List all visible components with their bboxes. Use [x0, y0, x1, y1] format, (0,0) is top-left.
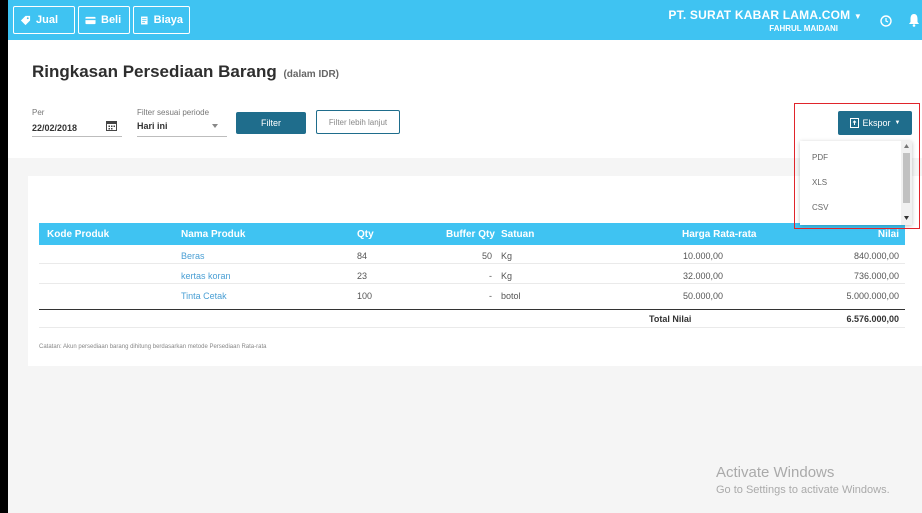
window-frame-left — [0, 0, 8, 513]
period-select[interactable]: Hari ini — [137, 121, 168, 131]
col-average-price: Harga Rata-rata — [682, 229, 757, 240]
product-name-link[interactable]: Tinta Cetak — [181, 291, 227, 301]
page-title: Ringkasan Persediaan Barang (dalam IDR) — [32, 62, 339, 82]
expense-button-label: Biaya — [153, 14, 183, 26]
col-unit: Satuan — [501, 229, 535, 240]
qty-cell: 100 — [357, 291, 373, 301]
col-buffer-qty: Buffer Qty — [446, 229, 495, 240]
bell-icon[interactable] — [908, 13, 920, 27]
windows-activation-watermark: Activate Windows Go to Settings to activ… — [716, 464, 890, 496]
calendar-icon[interactable] — [106, 120, 117, 131]
buffer-qty-cell: - — [489, 271, 492, 281]
col-qty: Qty — [357, 229, 374, 240]
date-input-underline — [32, 136, 122, 137]
company-name: PT. SURAT KABAR LAMA.COM — [668, 8, 851, 22]
company-menu[interactable]: PT. SURAT KABAR LAMA.COM ▼ FAHRUL MAIDAN… — [668, 8, 862, 33]
col-product-code: Kode Produk — [47, 229, 110, 240]
product-name-link[interactable]: Beras — [181, 251, 205, 261]
col-product-name: Nama Produk — [181, 229, 246, 240]
value-cell: 736.000,00 — [853, 271, 899, 281]
page-title-text: Ringkasan Persediaan Barang — [32, 62, 277, 81]
app-window: Jual Beli Biaya PT. SURAT KABAR LAMA.COM… — [8, 0, 922, 513]
unit-cell: Kg — [501, 271, 513, 281]
table-row: Beras 84 50 Kg 10.000,00 840.000,00 — [39, 248, 905, 264]
date-input[interactable]: 22/02/2018 — [32, 123, 77, 133]
buffer-qty-cell: 50 — [481, 251, 492, 261]
average-price-cell: 32.000,00 — [682, 271, 723, 281]
top-navigation-bar: Jual Beli Biaya PT. SURAT KABAR LAMA.COM… — [8, 0, 922, 40]
sell-button-label: Jual — [36, 14, 59, 26]
value-cell: 840.000,00 — [853, 251, 899, 261]
receipt-icon — [141, 16, 148, 24]
unit-cell: botol — [501, 291, 521, 301]
buy-button-label: Beli — [101, 14, 122, 26]
table-row: Tinta Cetak 100 - botol 50.000,00 5.000.… — [39, 288, 905, 304]
footnote: Catatan: Akun persediaan barang dihitung… — [39, 344, 267, 350]
card-icon — [85, 16, 96, 24]
unit-cell: Kg — [501, 251, 513, 261]
total-divider — [39, 309, 905, 310]
qty-cell: 84 — [357, 251, 368, 261]
chevron-down-icon[interactable] — [212, 124, 218, 128]
per-label: Per — [32, 108, 45, 117]
buffer-qty-cell: - — [489, 291, 492, 301]
col-value: Nilai — [877, 229, 899, 240]
table-header: Kode Produk Nama Produk Qty Buffer Qty S… — [39, 223, 905, 245]
period-select-underline — [137, 136, 227, 137]
page-subtitle: (dalam IDR) — [283, 69, 340, 80]
table-row: kertas koran 23 - Kg 32.000,00 736.000,0… — [39, 268, 905, 284]
buy-button[interactable]: Beli — [78, 6, 130, 34]
watermark-subtitle: Go to Settings to activate Windows. — [716, 484, 890, 496]
user-name: FAHRUL MAIDANI — [769, 24, 838, 33]
clock-icon[interactable] — [880, 15, 892, 27]
sell-button[interactable]: Jual — [13, 6, 75, 34]
advanced-filter-button[interactable]: Filter lebih lanjut — [316, 110, 400, 134]
expense-button[interactable]: Biaya — [133, 6, 190, 34]
total-value: 6.576.000,00 — [846, 314, 899, 324]
product-name-link[interactable]: kertas koran — [181, 271, 231, 281]
total-bottom-divider — [39, 327, 905, 328]
qty-cell: 23 — [357, 271, 368, 281]
period-filter-label: Filter sesuai periode — [137, 108, 210, 117]
watermark-title: Activate Windows — [716, 464, 835, 481]
chevron-down-icon: ▼ — [853, 12, 862, 21]
tag-icon — [20, 15, 31, 25]
value-cell: 5.000.000,00 — [846, 291, 899, 301]
average-price-cell: 50.000,00 — [682, 291, 723, 301]
total-label: Total Nilai — [649, 314, 692, 324]
filter-button[interactable]: Filter — [236, 112, 306, 134]
annotation-highlight-box — [794, 103, 920, 229]
average-price-cell: 10.000,00 — [682, 251, 723, 261]
